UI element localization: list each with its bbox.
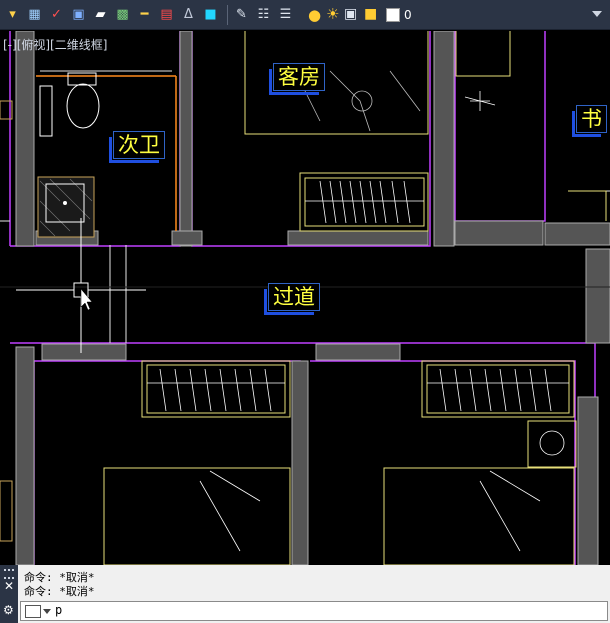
layers-stack-icon[interactable]: ☰ (276, 5, 295, 24)
room-label-guest-room: 客房 (269, 63, 325, 95)
viewport-freeze-icon: ▣ (344, 6, 358, 22)
room-label-study: 书 (572, 105, 607, 137)
layer-icon[interactable]: ▦ (25, 5, 44, 24)
text-style-icon[interactable]: Δ (179, 5, 198, 24)
room-label-second-bath: 次卫 (109, 131, 165, 163)
room-label-corridor: 过道 (264, 283, 320, 315)
drawing-canvas[interactable]: 客房 次卫 书 过道 (0, 30, 610, 566)
command-input-text[interactable]: p (55, 603, 62, 617)
command-prompt-icon[interactable] (25, 605, 41, 618)
close-icon[interactable]: ✕ (4, 579, 14, 593)
fill-icon[interactable]: ■ (201, 5, 220, 24)
command-input[interactable]: p (20, 601, 608, 621)
viewport-control-label[interactable]: [-][俯视][二维线框] (3, 36, 107, 53)
sun-icon: ☀ (326, 5, 340, 23)
layout-icon[interactable]: ▤ (157, 5, 176, 24)
image-icon[interactable]: ▩ (113, 5, 132, 24)
command-history-line: 命令: *取消* (24, 585, 95, 598)
calculator-icon[interactable]: ☷ (254, 5, 273, 24)
chevron-down-icon[interactable] (43, 609, 51, 614)
lock-icon: ■ (364, 6, 378, 22)
wrench-icon[interactable]: ⚙ (3, 603, 14, 617)
layer-states-icon[interactable]: ▣ (69, 5, 88, 24)
grip-icon[interactable] (4, 569, 14, 579)
match-properties-icon[interactable]: ✓ (47, 5, 66, 24)
layer-name: 0 (404, 8, 412, 22)
edit-icon[interactable]: ✎ (232, 5, 251, 24)
command-panel-handle[interactable]: ✕ ⚙ (0, 565, 18, 623)
open-icon[interactable]: ▾ (3, 5, 22, 24)
layer-color-swatch (386, 8, 400, 22)
command-line-panel: ✕ ⚙ 命令: *取消* 命令: *取消* p (0, 565, 610, 623)
isolate-icon[interactable]: ▰ (91, 5, 110, 24)
bulb-icon: ● (308, 6, 322, 24)
chevron-down-icon[interactable] (592, 11, 602, 17)
toolbar-separator (227, 4, 228, 25)
linetype-icon[interactable]: ━ (135, 5, 154, 24)
layer-dropdown[interactable]: ● ☀ ▣ ■ 0 (306, 4, 606, 26)
